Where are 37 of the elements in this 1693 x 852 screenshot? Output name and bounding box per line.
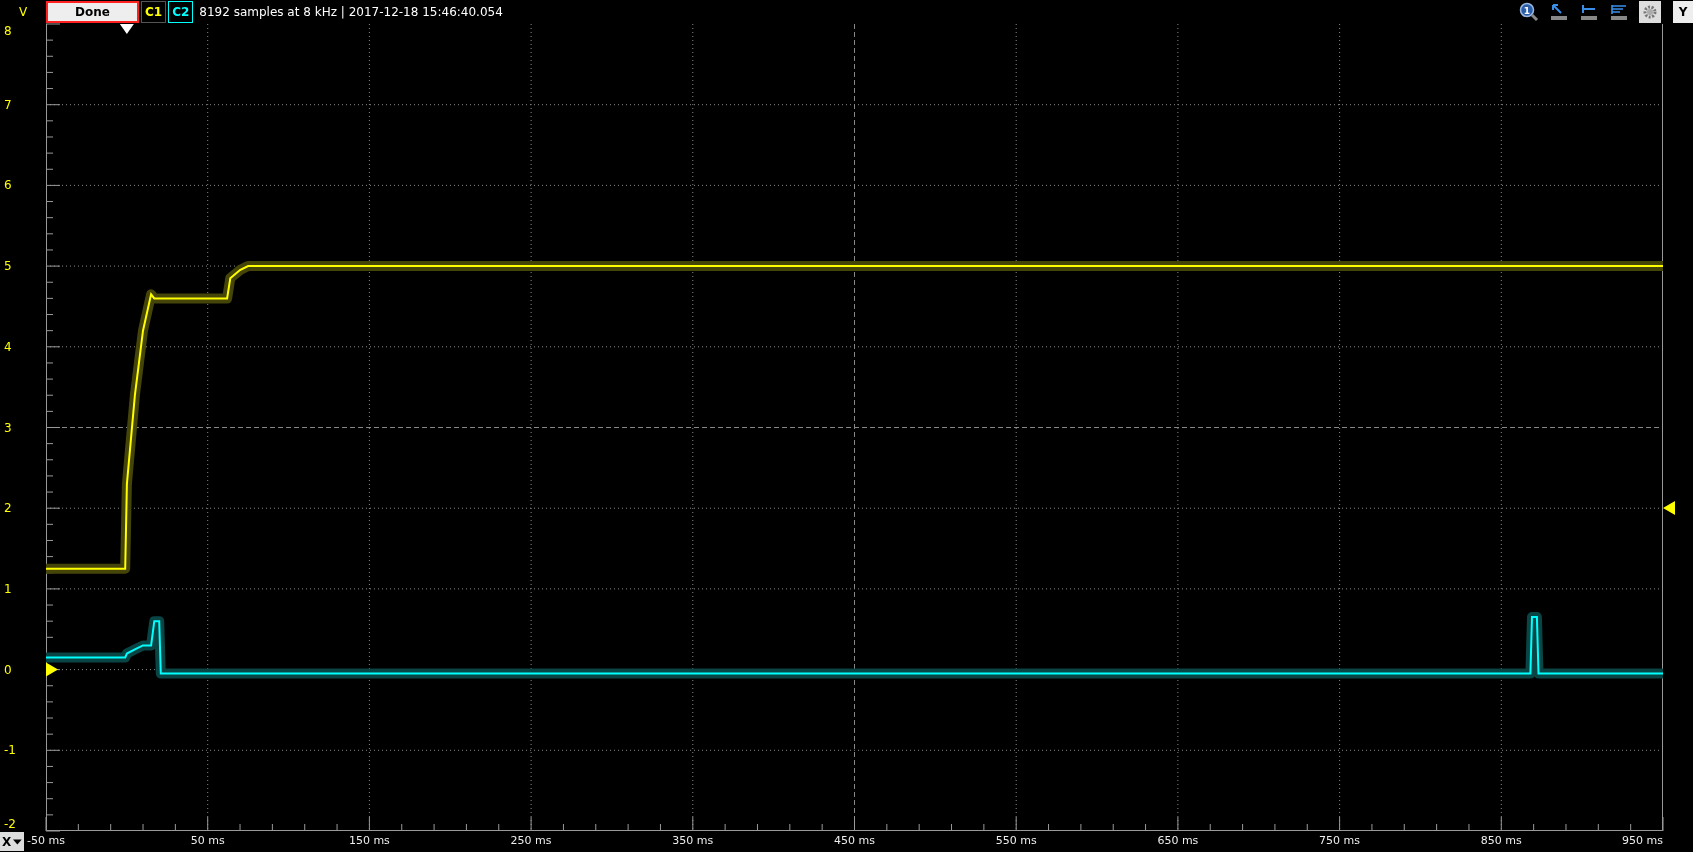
y-tick-label: 0 xyxy=(4,662,12,677)
x-tick-label: 250 ms xyxy=(510,834,552,847)
offset-marker[interactable] xyxy=(46,662,58,677)
x-tick-label: 750 ms xyxy=(1319,834,1361,847)
axis-unit-label: V xyxy=(17,5,29,19)
channel-button[interactable]: C1 xyxy=(141,1,167,23)
x-tick-label: 450 ms xyxy=(834,834,875,847)
y-tick-label: 7 xyxy=(4,97,12,112)
ruler-icon[interactable] xyxy=(1579,2,1599,22)
y-tick-label: -1 xyxy=(4,743,16,758)
status-button[interactable]: Done xyxy=(46,1,139,23)
y-tick-label: 2 xyxy=(4,501,12,516)
channel-button[interactable]: C2 xyxy=(168,1,194,23)
trigger-level-marker[interactable] xyxy=(1663,501,1675,516)
x-tick-label: 850 ms xyxy=(1480,834,1522,847)
y-tick-label: 4 xyxy=(4,339,12,354)
y-tick-label: -2 xyxy=(4,817,16,831)
caret-icon xyxy=(13,837,22,846)
x-tick-label: 50 ms xyxy=(190,834,225,847)
x-tick-label: 650 ms xyxy=(1157,834,1199,847)
y-tick-label: 1 xyxy=(4,581,12,596)
settings-icon xyxy=(1642,4,1658,20)
x-tick-label: 150 ms xyxy=(348,834,390,847)
y-tick-label: 3 xyxy=(4,420,12,435)
x-tick-label: 950 ms xyxy=(1622,834,1663,847)
y-tick-label: 5 xyxy=(4,259,12,274)
y-tick-label: 6 xyxy=(4,178,12,193)
x-tick-label: -50 ms xyxy=(27,834,65,847)
y-tick-label: 8 xyxy=(4,24,12,38)
arrow-ruler-icon[interactable] xyxy=(1549,2,1569,22)
x-tick-label: 550 ms xyxy=(995,834,1037,847)
settings-button[interactable] xyxy=(1639,1,1661,23)
ruler-icon[interactable] xyxy=(1609,2,1629,22)
y-axis-button[interactable]: Y xyxy=(1673,1,1693,23)
x-tick-label: 350 ms xyxy=(672,834,714,847)
x-axis-button[interactable]: X xyxy=(0,832,24,851)
acquisition-info: 8192 samples at 8 kHz | 2017-12-18 15:46:40.054 xyxy=(199,5,503,19)
